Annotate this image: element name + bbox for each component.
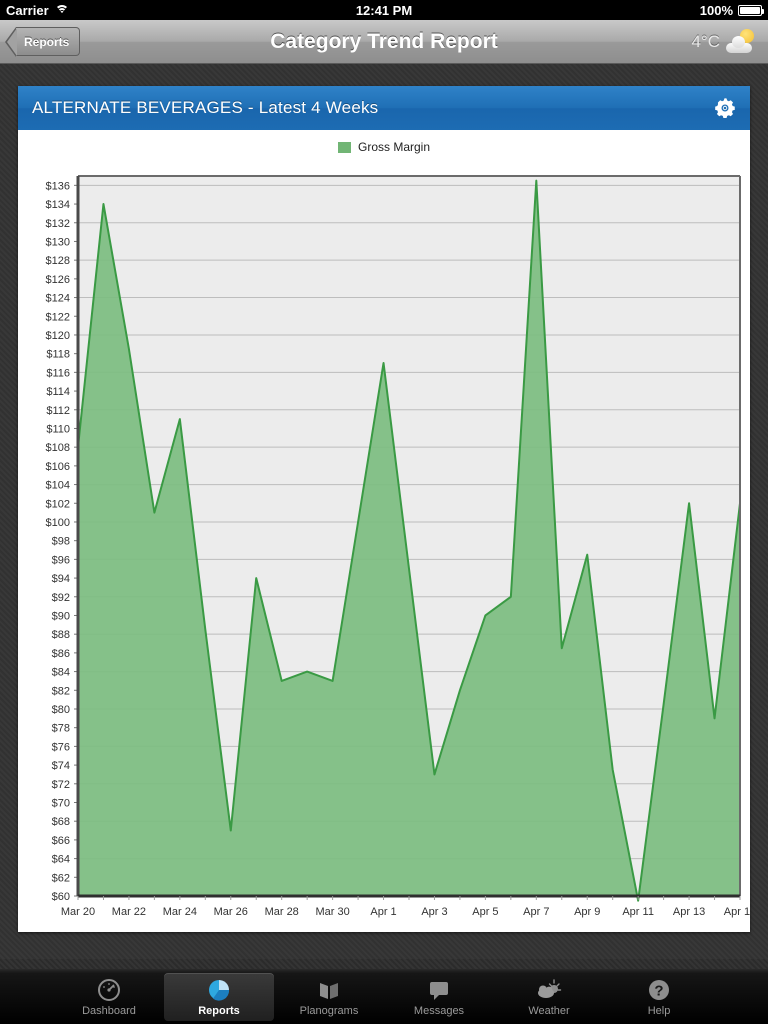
wifi-icon <box>54 4 69 16</box>
svg-text:Apr 13: Apr 13 <box>673 906 705 918</box>
speech-bubble-icon <box>425 977 453 1003</box>
svg-text:$80: $80 <box>52 704 70 716</box>
svg-text:Mar 24: Mar 24 <box>163 906 197 918</box>
svg-text:$118: $118 <box>46 349 70 361</box>
tab-reports-label: Reports <box>198 1004 240 1017</box>
area-chart[interactable]: $136 $134 $132 $130 $128 $126 $124 $122 $120 $118… <box>18 164 750 932</box>
svg-text:$116: $116 <box>46 367 70 379</box>
svg-text:$60: $60 <box>52 891 70 903</box>
svg-text:$64: $64 <box>52 854 70 866</box>
svg-text:$132: $132 <box>46 218 70 230</box>
weather-indicator[interactable]: 4°C <box>691 28 756 55</box>
svg-text:Mar 20: Mar 20 <box>61 906 95 918</box>
report-card-header: ALTERNATE BEVERAGES - Latest 4 Weeks <box>18 86 750 130</box>
svg-text:$136: $136 <box>46 180 70 192</box>
svg-text:$92: $92 <box>52 592 70 604</box>
svg-text:$126: $126 <box>46 274 70 286</box>
status-bar: Carrier 12:41 PM 100% <box>0 0 768 20</box>
svg-text:$68: $68 <box>52 816 70 828</box>
svg-text:$86: $86 <box>52 648 70 660</box>
report-card-title: ALTERNATE BEVERAGES - Latest 4 Weeks <box>32 98 379 117</box>
partly-cloudy-icon <box>726 28 756 55</box>
svg-text:$96: $96 <box>52 554 70 566</box>
battery-percent-label: 100% <box>699 2 733 18</box>
svg-text:$122: $122 <box>46 311 70 323</box>
svg-text:$94: $94 <box>52 573 70 585</box>
svg-text:Apr 1: Apr 1 <box>370 906 396 918</box>
svg-text:Mar 22: Mar 22 <box>112 906 146 918</box>
svg-text:Apr 11: Apr 11 <box>622 906 654 918</box>
svg-text:$90: $90 <box>52 610 70 622</box>
svg-text:$110: $110 <box>46 423 70 435</box>
svg-text:$112: $112 <box>46 405 70 417</box>
svg-text:$70: $70 <box>52 797 70 809</box>
svg-text:$88: $88 <box>52 629 70 641</box>
tab-dashboard-label: Dashboard <box>82 1004 136 1017</box>
svg-text:$128: $128 <box>46 255 70 267</box>
svg-text:$62: $62 <box>52 872 70 884</box>
legend-swatch-gross-margin <box>337 141 351 153</box>
svg-text:Mar 28: Mar 28 <box>265 906 299 918</box>
svg-text:Apr 5: Apr 5 <box>472 906 498 918</box>
chart-legend: Gross Margin <box>18 130 750 164</box>
svg-text:$84: $84 <box>52 667 70 679</box>
tab-help[interactable]: ? Help <box>604 973 714 1021</box>
svg-text:$72: $72 <box>52 779 70 791</box>
book-icon <box>315 977 343 1003</box>
back-button-label: Reports <box>24 34 70 49</box>
gear-icon[interactable] <box>712 95 738 121</box>
cloud-sun-icon <box>535 977 563 1003</box>
svg-text:Apr 15: Apr 15 <box>724 906 750 918</box>
svg-text:Apr 3: Apr 3 <box>421 906 447 918</box>
svg-text:$102: $102 <box>46 498 70 510</box>
svg-text:Apr 7: Apr 7 <box>523 906 549 918</box>
navigation-bar: Reports Category Trend Report 4°C <box>0 20 768 64</box>
svg-text:$76: $76 <box>52 741 70 753</box>
svg-text:Mar 26: Mar 26 <box>214 906 248 918</box>
tab-weather[interactable]: Weather <box>494 973 604 1021</box>
svg-text:$104: $104 <box>46 480 70 492</box>
gauge-icon <box>95 977 123 1003</box>
svg-text:?: ? <box>654 982 663 999</box>
status-bar-left: Carrier <box>6 3 69 18</box>
svg-text:$120: $120 <box>46 330 70 342</box>
tab-bar: Dashboard Reports Planograms Messages We… <box>0 959 768 1024</box>
carrier-label: Carrier <box>6 2 49 18</box>
back-button-reports[interactable]: Reports <box>4 27 81 57</box>
svg-text:$98: $98 <box>52 536 70 548</box>
tab-reports[interactable]: Reports <box>164 972 274 1021</box>
svg-text:$74: $74 <box>52 760 70 772</box>
tab-dashboard[interactable]: Dashboard <box>54 973 164 1021</box>
tab-messages[interactable]: Messages <box>384 973 494 1021</box>
svg-text:$124: $124 <box>46 293 70 305</box>
tab-weather-label: Weather <box>528 1004 570 1017</box>
legend-label-gross-margin: Gross Margin <box>357 140 431 154</box>
svg-text:$82: $82 <box>52 685 70 697</box>
tab-help-label: Help <box>647 1004 671 1017</box>
svg-text:$66: $66 <box>52 835 70 847</box>
svg-text:$134: $134 <box>46 199 70 211</box>
svg-text:$106: $106 <box>46 461 70 473</box>
report-card: ALTERNATE BEVERAGES - Latest 4 Weeks Gro… <box>18 86 750 932</box>
page-title: Category Trend Report <box>270 29 498 53</box>
svg-text:$100: $100 <box>46 517 70 529</box>
temperature-label: 4°C <box>691 31 720 51</box>
svg-text:$114: $114 <box>46 386 70 398</box>
pie-chart-icon <box>205 977 233 1003</box>
page-body: ALTERNATE BEVERAGES - Latest 4 Weeks Gro… <box>0 64 768 968</box>
ipad-screen: Carrier 12:41 PM 100% Reports Category T… <box>0 0 768 1024</box>
svg-text:$130: $130 <box>46 236 70 248</box>
status-bar-clock: 12:41 PM <box>355 2 413 18</box>
chart-area[interactable]: $136 $134 $132 $130 $128 $126 $124 $122 $120 $118… <box>18 164 750 932</box>
svg-text:$108: $108 <box>46 442 70 454</box>
battery-full-icon <box>738 4 764 16</box>
question-mark-icon: ? <box>645 977 673 1003</box>
tab-messages-label: Messages <box>413 1004 465 1017</box>
svg-text:Mar 30: Mar 30 <box>315 906 349 918</box>
svg-text:$78: $78 <box>52 723 70 735</box>
tab-planograms-label: Planograms <box>299 1004 359 1017</box>
svg-text:Apr 9: Apr 9 <box>574 906 600 918</box>
tab-planograms[interactable]: Planograms <box>274 973 384 1021</box>
status-bar-right: 100% <box>699 2 764 18</box>
